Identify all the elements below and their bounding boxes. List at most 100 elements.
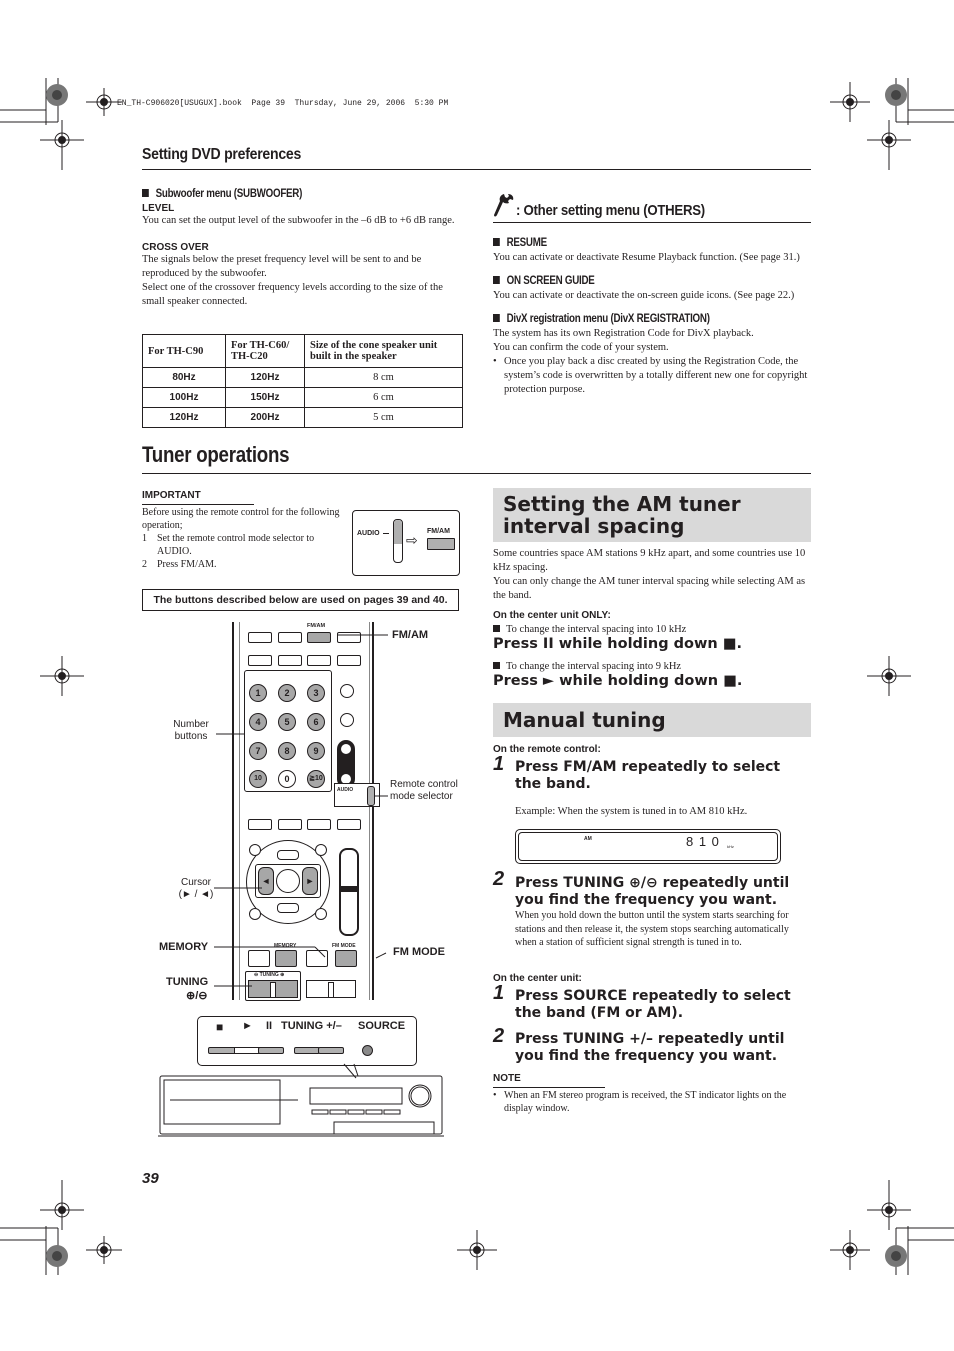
tuning-plus-button[interactable] [318,1047,344,1054]
table-cell: 150Hz [225,387,305,408]
step-number: 1 [493,982,505,1004]
important-label: IMPORTANT [142,490,201,501]
square-bullet-icon [493,276,500,284]
center-step-1: Press SOURCE repeatedly to select the ba… [515,988,791,1021]
to-9khz-text: To change the interval spacing into 9 kH… [506,661,682,672]
pages-note-box: The buttons described below are used on … [142,589,459,611]
memory-callout: MEMORY [159,941,209,953]
subwoofer-heading: Subwoofer menu (SUBWOOFER) [142,188,416,200]
step-number: 1 [493,753,505,775]
divx-bullet: • Once you play back a disc created by u… [493,355,811,397]
remote-step-1: Press FM/AM repeatedly to select the ban… [515,759,781,792]
tuning-symbols-callout: ⊕/⊖ [186,990,208,1002]
bullet-dot-icon: • [493,356,497,367]
center-unit-zoom: ■ ► II TUNING +/– SOURCE [197,1016,417,1066]
wrench-icon [494,194,514,217]
inset-fmam-button [427,538,455,550]
remote-control-label: On the remote control: [493,744,601,755]
others-rule [493,222,811,223]
step-number: 2 [142,559,147,570]
section-title: Setting DVD preferences [142,146,302,163]
tuning-label: TUNING +/– [281,1020,342,1032]
tuner-title: Tuner operations [142,442,290,467]
step2-detail: When you hold down the button until the … [515,910,789,949]
am-spacing-text-2: You can only change the AM tuner interva… [493,576,806,601]
am-spacing-header-box: Setting the AM tuner interval spacing [493,488,811,542]
important-step: 1 Set the remote control mode selector to… [142,532,347,558]
subwoofer-section: Subwoofer menu (SUBWOOFER) LEVEL You can… [142,188,464,309]
crossover-text-2: Select one of the crossover frequency le… [142,282,443,307]
to-10khz: To change the interval spacing into 10 k… [493,623,686,637]
divx-text-2: You can confirm the code of your system. [493,342,669,353]
inset-audio-label: AUDIO [357,530,380,537]
source-label: SOURCE [358,1020,406,1032]
table-cell: 80Hz [142,367,226,388]
table-cell: 120Hz [225,367,305,388]
center-step-2: Press TUNING +/– repeatedly until you fi… [515,1031,785,1064]
pause-label: II [266,1020,273,1032]
tuning-callout: TUNING [166,976,209,988]
table-cell: 120Hz [142,407,226,428]
important-steps: 1 Set the remote control mode selector to… [142,532,347,571]
divx-bullet-text: Once you play back a disc created by usi… [504,356,808,395]
source-button[interactable] [362,1045,373,1056]
osg-heading-text: ON SCREEN GUIDE [506,275,595,287]
manual-tuning-title: Manual tuning [503,708,666,732]
display-band: AM [584,836,592,842]
page-number: 39 [142,1170,159,1187]
level-text: You can set the output level of the subw… [142,215,455,226]
table-row: 120Hz 200Hz 5 cm [142,407,463,428]
table-header: For TH-C60/ TH-C20 [225,334,305,368]
table-cell: 5 cm [304,407,463,428]
inset-switch [393,519,403,563]
others-heading: : Other setting menu (OTHERS) [516,202,705,219]
inset-pointer-line [383,533,389,534]
fm-mode-callout: FM MODE [393,946,445,958]
square-bullet-icon [493,314,500,322]
press-10khz: Press II while holding down ■. [493,636,742,652]
am-spacing-title: Setting the AM tuner interval spacing [503,492,741,538]
step-number: 1 [142,533,147,544]
table-header: For TH-C90 [142,334,226,368]
step-number: 2 [493,868,505,890]
step-text: Set the remote control mode selector to … [157,533,315,557]
play-button[interactable] [234,1047,260,1054]
table-cell: 8 cm [304,367,463,388]
display-window: AM 8 1 0 kHz [515,829,781,864]
crossover-label: CROSS OVER [142,242,209,253]
center-unit-body [158,1063,444,1137]
note-rule [493,1087,605,1088]
table-cell: 100Hz [142,387,226,408]
square-bullet-icon [493,662,500,669]
to-9khz: To change the interval spacing into 9 kH… [493,660,681,674]
center-only-label: On the center unit ONLY: [493,610,611,621]
inset-fmam-label: FM/AM [427,528,450,535]
remote-step-2: Press TUNING ⊕/⊖ repeatedly until you fi… [515,875,790,908]
level-label: LEVEL [142,203,175,214]
square-bullet-icon [493,238,500,246]
divx-text-1: The system has its own Registration Code… [493,328,754,339]
square-bullet-icon [493,625,500,632]
am-spacing-text-1: Some countries space AM stations 9 kHz a… [493,548,806,573]
press-9khz: Press ► while holding down ■. [493,673,743,689]
number-buttons-callout: Number buttons [173,719,209,742]
example-text: Example: When the system is tuned in to … [515,806,748,817]
crossover-text-1: The signals below the preset frequency l… [142,254,422,279]
important-intro: Before using the remote control for the … [142,507,340,531]
pause-button[interactable] [258,1047,284,1054]
stop-button[interactable] [208,1047,236,1054]
resume-heading-text: RESUME [506,237,548,249]
am-spacing-text: Some countries space AM stations 9 kHz a… [493,547,811,603]
note-text: When an FM stereo program is received, t… [504,1090,787,1114]
table-row: 100Hz 150Hz 6 cm [142,387,463,408]
tuning-minus-button[interactable] [294,1047,320,1054]
mode-selector-inset: AUDIO ⇨ FM/AM [352,510,460,576]
step-number: 2 [493,1025,505,1047]
square-bullet-icon [142,189,149,197]
stop-label: ■ [216,1020,224,1034]
cursor-callout: Cursor (► / ◄) [178,877,214,900]
display-unit: kHz [727,844,734,849]
section-rule [142,169,811,170]
others-section: : Other setting menu (OTHERS) [493,193,811,219]
crossover-table: For TH-C90 For TH-C60/ TH-C20 Size of th… [142,334,463,428]
